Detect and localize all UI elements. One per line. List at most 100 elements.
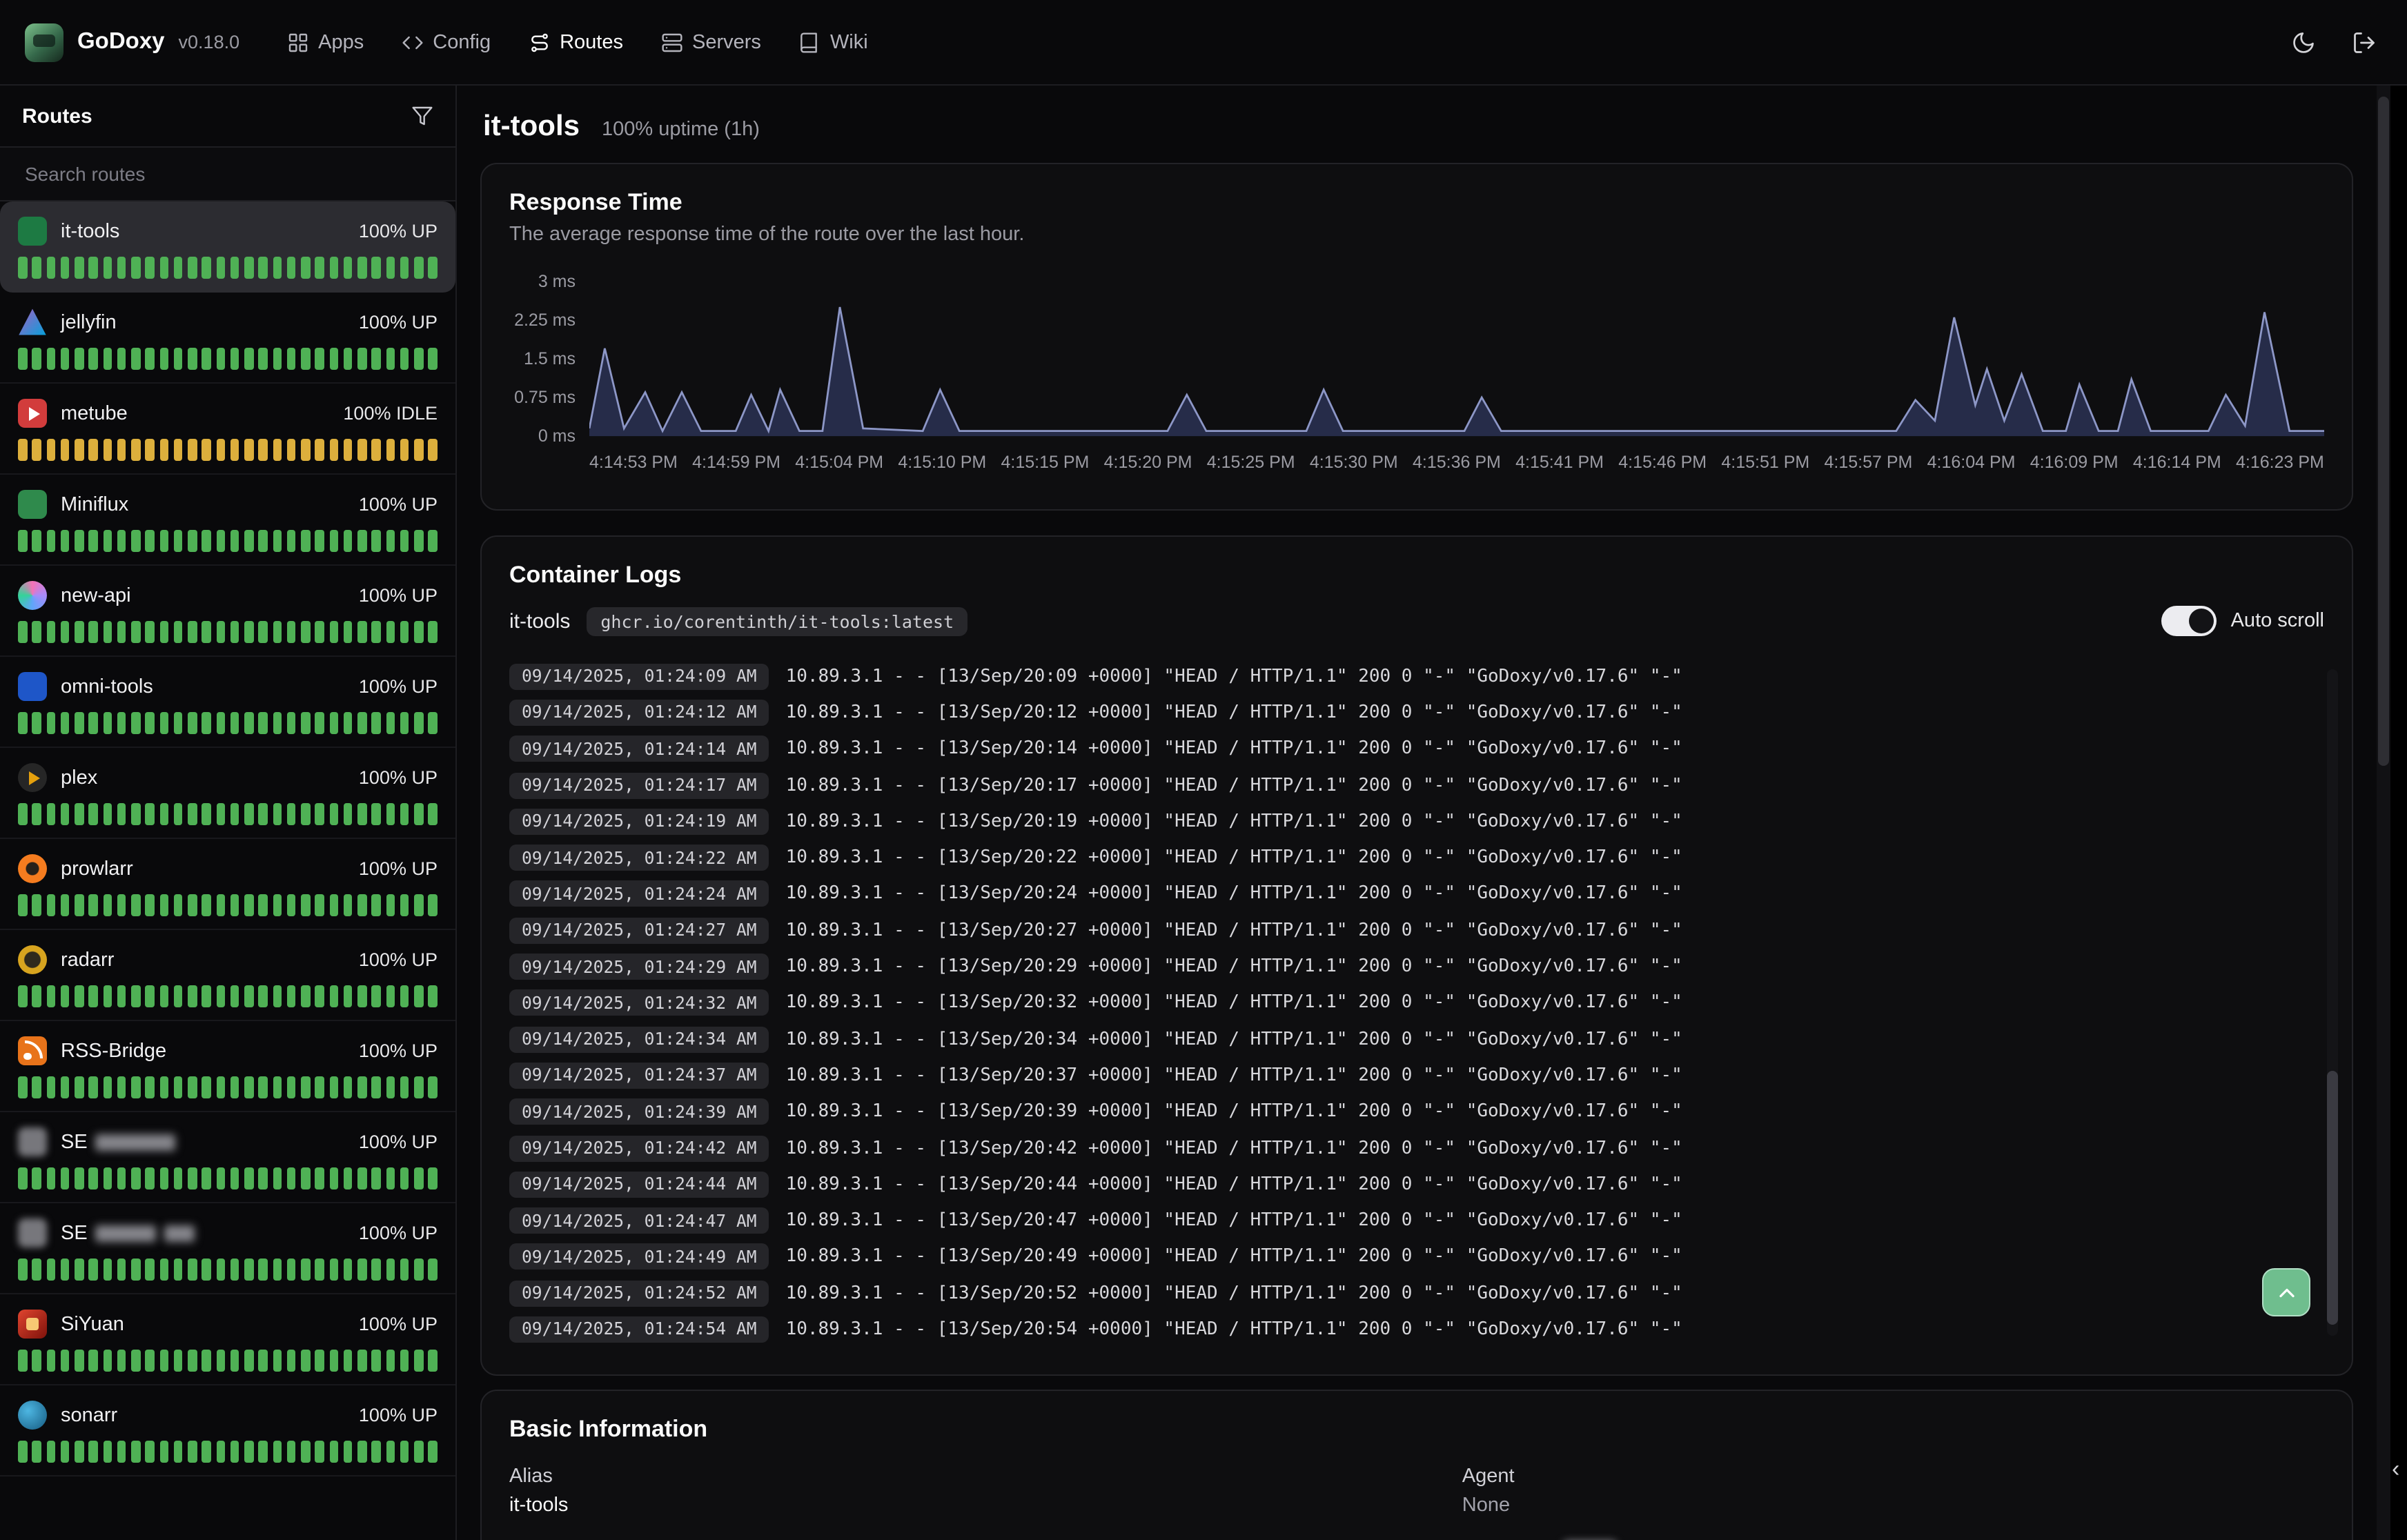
uptime-bars	[18, 1076, 438, 1098]
right-panel-toggle[interactable]: ‹	[2390, 86, 2407, 1540]
search-input[interactable]	[22, 161, 433, 186]
uptime-bars	[18, 621, 438, 643]
logs-app-name: it-tools	[509, 609, 570, 633]
x-tick-label: 4:15:46 PM	[1618, 453, 1707, 472]
route-item-masked[interactable]: SE 100% UP	[0, 1203, 455, 1294]
auto-scroll-toggle[interactable]	[2162, 606, 2217, 636]
log-row: 09/14/2025, 01:24:27 AM 10.89.3.1 - - [13…	[509, 912, 2324, 949]
logs-scrollbar[interactable]	[2327, 669, 2338, 1336]
route-item-radarr[interactable]: radarr100% UP	[0, 930, 455, 1021]
basic-info-title: Basic Information	[509, 1416, 2324, 1443]
routes-sidebar: Routes it-tools100% UPjellyfin100% UPmet…	[0, 86, 457, 1540]
container-image-badge[interactable]: ghcr.io/corentinth/it-tools:latest	[587, 606, 967, 635]
container-logs-card: Container Logs it-tools ghcr.io/corentin…	[480, 535, 2353, 1376]
log-timestamp: 09/14/2025, 01:24:12 AM	[509, 700, 769, 726]
x-tick-label: 4:16:14 PM	[2133, 453, 2221, 472]
nav-right	[2291, 30, 2377, 55]
log-message: 10.89.3.1 - - [13/Sep/20:27 +0000] "HEAD…	[786, 920, 1682, 940]
log-message: 10.89.3.1 - - [13/Sep/20:37 +0000] "HEAD…	[786, 1065, 1682, 1086]
log-row: 09/14/2025, 01:24:22 AM10.89.3.1 - - [13…	[509, 840, 2324, 876]
log-timestamp: 09/14/2025, 01:24:24 AM	[509, 881, 769, 907]
y-tick-label: 0.75 ms	[514, 388, 576, 407]
route-name: metube	[61, 402, 128, 424]
log-row: 09/14/2025, 01:24:54 AM10.89.3.1 - - [13…	[509, 1312, 2324, 1348]
log-timestamp: 09/14/2025, 01:24:49 AM	[509, 1244, 769, 1270]
log-message: 10.89.3.1 - - [13/Sep/20:54 +0000] "HEAD…	[786, 1319, 1682, 1340]
x-tick-label: 4:14:53 PM	[589, 453, 678, 472]
main-scrollbar-thumb[interactable]	[2378, 97, 2389, 766]
main-scrollbar[interactable]	[2377, 86, 2390, 1540]
logs-scrollbar-thumb[interactable]	[2327, 1072, 2338, 1325]
route-item-metube[interactable]: metube100% IDLE	[0, 384, 455, 475]
toggle-knob	[2190, 609, 2214, 633]
search-box	[0, 146, 455, 201]
uptime-bars	[18, 985, 438, 1007]
logout-button[interactable]	[2352, 30, 2377, 55]
response-time-subtitle: The average response time of the route o…	[509, 224, 2324, 246]
route-status: 100% UP	[359, 949, 438, 970]
app-version: v0.18.0	[179, 32, 240, 52]
chart-x-axis: 4:14:53 PM4:14:59 PM4:15:04 PM4:15:10 PM…	[589, 453, 2324, 472]
log-row: 09/14/2025, 01:24:47 AM10.89.3.1 - - [13…	[509, 1203, 2324, 1239]
route-status: 100% UP	[359, 312, 438, 333]
log-row: 09/14/2025, 01:24:24 AM10.89.3.1 - - [13…	[509, 876, 2324, 913]
uptime-bars	[18, 1350, 438, 1372]
route-name: SE	[61, 1222, 195, 1244]
basic-info-field: Aliasit-tools	[509, 1465, 1462, 1517]
route-name: RSS-Bridge	[61, 1040, 166, 1062]
uptime-bars	[18, 439, 438, 461]
log-message: 10.89.3.1 - - [13/Sep/20:42 +0000] "HEAD…	[786, 1138, 1682, 1158]
route-name: it-tools	[61, 220, 119, 242]
log-row: 09/14/2025, 01:24:52 AM10.89.3.1 - - [13…	[509, 1275, 2324, 1312]
log-timestamp: 09/14/2025, 01:24:44 AM	[509, 1172, 769, 1198]
log-row: 09/14/2025, 01:24:44 AM10.89.3.1 - - [13…	[509, 1166, 2324, 1203]
response-time-card: Response Time The average response time …	[480, 163, 2353, 511]
uptime-bars	[18, 530, 438, 552]
log-row: 09/14/2025, 01:24:12 AM10.89.3.1 - - [13…	[509, 695, 2324, 731]
route-item-prowlarr[interactable]: prowlarr100% UP	[0, 839, 455, 930]
log-timestamp: 09/14/2025, 01:24:39 AM	[509, 1098, 769, 1125]
route-status: 100% UP	[359, 494, 438, 515]
nav-item-wiki[interactable]: Wiki	[798, 31, 868, 53]
nav-item-apps[interactable]: Apps	[286, 31, 364, 53]
y-tick-label: 0 ms	[538, 426, 576, 446]
route-name: omni-tools	[61, 675, 153, 698]
log-timestamp: 09/14/2025, 01:24:19 AM	[509, 809, 769, 835]
moon-icon	[2291, 30, 2316, 55]
route-item-jellyfin[interactable]: jellyfin100% UP	[0, 293, 455, 384]
route-item-omni-tools[interactable]: omni-tools100% UP	[0, 657, 455, 748]
route-item-sonarr[interactable]: sonarr100% UP	[0, 1385, 455, 1477]
theme-toggle-button[interactable]	[2291, 30, 2316, 55]
uptime-bars	[18, 894, 438, 916]
main-nav: Apps Config Routes Servers Wiki	[286, 31, 868, 53]
field-value: None	[1462, 1494, 2324, 1517]
route-item-masked[interactable]: SE 100% UP	[0, 1112, 455, 1203]
route-item-rss-bridge[interactable]: RSS-Bridge100% UP	[0, 1021, 455, 1112]
log-timestamp: 09/14/2025, 01:24:37 AM	[509, 1063, 769, 1089]
log-message: 10.89.3.1 - - [13/Sep/20:09 +0000] "HEAD…	[786, 666, 1682, 687]
route-icon-sonarr	[18, 1401, 47, 1430]
x-tick-label: 4:15:41 PM	[1515, 453, 1604, 472]
nav-item-servers[interactable]: Servers	[660, 31, 761, 53]
route-item-siyuan[interactable]: SiYuan100% UP	[0, 1294, 455, 1385]
log-row: 09/14/2025, 01:24:37 AM 10.89.3.1 - - [13…	[509, 1058, 2324, 1094]
route-icon-plex	[18, 763, 47, 792]
x-tick-label: 4:14:59 PM	[692, 453, 780, 472]
route-item-it-tools[interactable]: it-tools100% UP	[0, 201, 455, 293]
uptime-bars	[18, 348, 438, 370]
route-name: plex	[61, 767, 97, 789]
route-item-miniflux[interactable]: Miniflux100% UP	[0, 475, 455, 566]
uptime-bars	[18, 257, 438, 279]
nav-item-config[interactable]: Config	[401, 31, 491, 53]
log-timestamp: 09/14/2025, 01:24:27 AM	[509, 917, 769, 943]
log-message: 10.89.3.1 - - [13/Sep/20:47 +0000] "HEAD…	[786, 1210, 1682, 1231]
scroll-to-top-button[interactable]	[2262, 1268, 2310, 1316]
log-message: 10.89.3.1 - - [13/Sep/20:19 +0000] "HEAD…	[786, 811, 1682, 832]
nav-item-routes[interactable]: Routes	[528, 31, 623, 53]
route-item-new-api[interactable]: new-api100% UP	[0, 566, 455, 657]
log-timestamp: 09/14/2025, 01:24:14 AM	[509, 736, 769, 762]
basic-info-card: Basic Information Aliasit-toolsAgentNone…	[480, 1390, 2353, 1540]
filter-button[interactable]	[411, 105, 433, 127]
route-item-plex[interactable]: plex100% UP	[0, 748, 455, 839]
uptime-bars	[18, 1441, 438, 1463]
